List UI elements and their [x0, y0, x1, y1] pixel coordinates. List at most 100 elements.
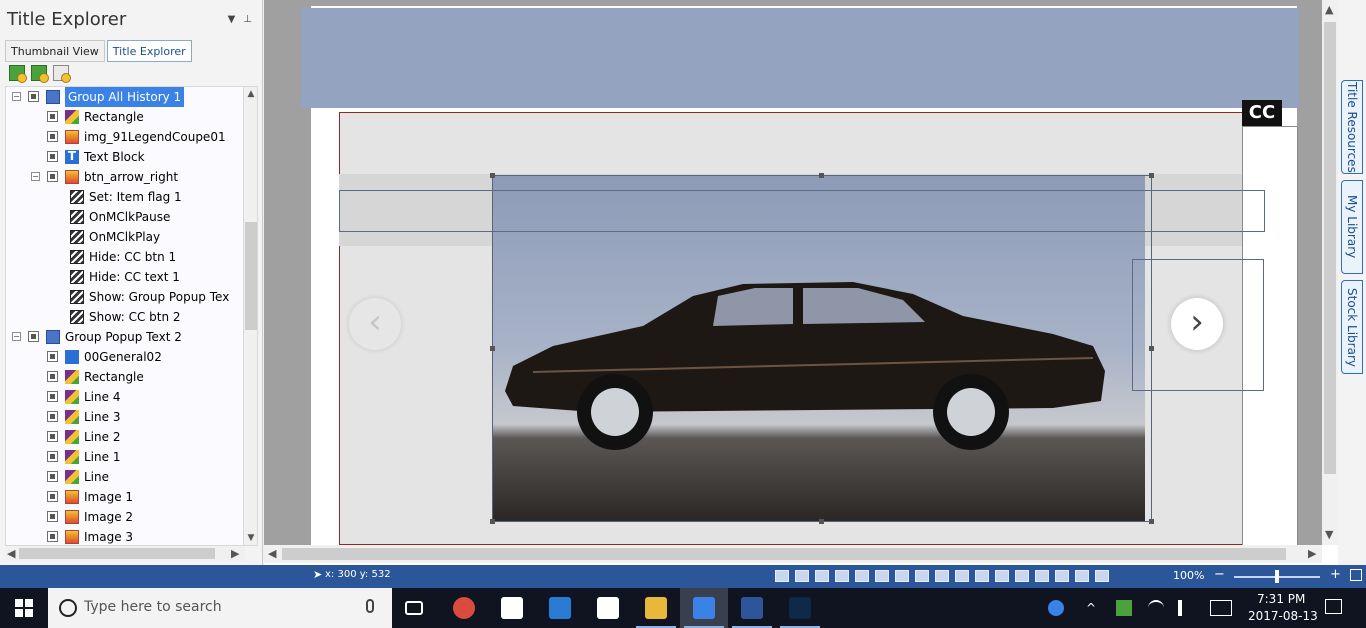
- taskbar-app-store[interactable]: [584, 588, 632, 628]
- tree-item[interactable]: Image 3: [6, 527, 244, 545]
- tree-item[interactable]: Hide: CC text 1: [6, 267, 244, 287]
- tree-item[interactable]: img_91LegendCoupe01: [6, 127, 244, 147]
- run-icon[interactable]: [815, 570, 829, 582]
- resize-handle[interactable]: [1149, 519, 1154, 524]
- help-icon[interactable]: [1048, 600, 1064, 616]
- scroll-left-icon[interactable]: ◀: [7, 547, 15, 560]
- tree-item[interactable]: Show: Group Popup Tex: [6, 287, 244, 307]
- scroll-thumb[interactable]: [19, 548, 215, 559]
- canvas-horizontal-scrollbar[interactable]: ◀ ▶: [264, 545, 1322, 563]
- tree-item[interactable]: Rectangle: [6, 367, 244, 387]
- visibility-checkbox[interactable]: [47, 351, 58, 362]
- visibility-checkbox[interactable]: [47, 491, 58, 502]
- resize-handle[interactable]: [819, 173, 824, 178]
- keyboard-icon[interactable]: [1210, 600, 1232, 616]
- center-page-icon[interactable]: [1075, 570, 1089, 582]
- taskbar-search-box[interactable]: Type here to search: [48, 588, 392, 628]
- tree-item[interactable]: Line: [6, 467, 244, 487]
- same-width-icon[interactable]: [1015, 570, 1029, 582]
- add-page-icon[interactable]: [53, 65, 71, 83]
- wifi-icon[interactable]: [1148, 600, 1164, 616]
- align-left-icon[interactable]: [855, 570, 869, 582]
- scroll-right-icon[interactable]: ▶: [231, 547, 239, 560]
- scroll-up-icon[interactable]: ▲: [1325, 3, 1333, 16]
- tab-title-explorer[interactable]: Title Explorer: [106, 40, 192, 62]
- volume-icon[interactable]: [1178, 600, 1194, 616]
- resize-handle[interactable]: [1149, 173, 1154, 178]
- tree-item[interactable]: − Group All History 1: [6, 87, 244, 107]
- resize-handle[interactable]: [819, 519, 824, 524]
- tree-item[interactable]: OnMClkPause: [6, 207, 244, 227]
- distribute-h-icon[interactable]: [975, 570, 989, 582]
- header-banner[interactable]: [301, 8, 1299, 108]
- dropbox-tray-icon[interactable]: [1116, 600, 1132, 616]
- grid-icon[interactable]: [1095, 570, 1109, 582]
- resize-handle[interactable]: [490, 519, 495, 524]
- tree-item[interactable]: Line 4: [6, 387, 244, 407]
- canvas-vertical-scrollbar[interactable]: ▲ ▼: [1322, 0, 1338, 545]
- tree-item[interactable]: Hide: CC btn 1: [6, 247, 244, 267]
- tab-my-library[interactable]: My Library: [1341, 180, 1363, 274]
- tab-title-resources[interactable]: Title Resources: [1341, 80, 1363, 174]
- taskbar-app-task-view[interactable]: [392, 588, 440, 628]
- zoom-out-button[interactable]: −: [1214, 567, 1225, 582]
- visibility-checkbox[interactable]: [47, 391, 58, 402]
- scroll-left-icon[interactable]: ◀: [268, 547, 276, 560]
- visibility-checkbox[interactable]: [47, 111, 58, 122]
- editor-canvas[interactable]: CC ‹ › ▲ ▼ ◀ ▶: [264, 0, 1338, 565]
- same-height-icon[interactable]: [1035, 570, 1049, 582]
- zoom-slider-thumb[interactable]: [1275, 570, 1279, 583]
- visibility-checkbox[interactable]: [28, 91, 39, 102]
- tree-item[interactable]: Image 2: [6, 507, 244, 527]
- taskbar-app-photoshop[interactable]: [776, 588, 824, 628]
- visibility-checkbox[interactable]: [47, 411, 58, 422]
- add-item-icon[interactable]: [9, 65, 27, 83]
- resize-handle[interactable]: [490, 346, 495, 351]
- clock-date[interactable]: 2017-08-13: [1248, 609, 1318, 623]
- visibility-checkbox[interactable]: [28, 331, 39, 342]
- zoom-in-button[interactable]: +: [1330, 567, 1341, 582]
- tree-item[interactable]: Rectangle: [6, 107, 244, 127]
- tab-stock-library[interactable]: Stock Library: [1341, 280, 1363, 374]
- visibility-checkbox[interactable]: [47, 131, 58, 142]
- tab-thumbnail-view[interactable]: Thumbnail View: [5, 40, 105, 62]
- align-bottom-icon[interactable]: [955, 570, 969, 582]
- scroll-up-icon[interactable]: ▲: [246, 89, 256, 99]
- scroll-thumb[interactable]: [1324, 22, 1336, 474]
- scroll-thumb[interactable]: [282, 548, 1286, 560]
- publish-icon[interactable]: [835, 570, 849, 582]
- chevron-up-icon[interactable]: ^: [1083, 600, 1099, 616]
- tree-item[interactable]: OnMClkPlay: [6, 227, 244, 247]
- tree-item[interactable]: Line 2: [6, 427, 244, 447]
- visibility-checkbox[interactable]: [47, 451, 58, 462]
- visibility-checkbox[interactable]: [47, 151, 58, 162]
- tree-item[interactable]: Show: CC btn 2: [6, 307, 244, 327]
- start-button[interactable]: [0, 588, 48, 628]
- scroll-thumb[interactable]: [245, 222, 257, 330]
- visibility-checkbox[interactable]: [47, 471, 58, 482]
- spell-check-icon[interactable]: [775, 570, 789, 582]
- visibility-checkbox[interactable]: [47, 171, 58, 182]
- tree-item[interactable]: − Group Popup Text 2: [6, 327, 244, 347]
- tree-vertical-scrollbar[interactable]: ▲ ▼: [243, 86, 258, 546]
- collapse-icon[interactable]: −: [12, 332, 21, 341]
- visibility-checkbox[interactable]: [47, 511, 58, 522]
- collapse-icon[interactable]: −: [12, 92, 21, 101]
- notifications-icon[interactable]: [1325, 599, 1342, 614]
- fullscreen-icon[interactable]: [1350, 569, 1362, 581]
- cc-button[interactable]: CC: [1242, 100, 1282, 126]
- pin-icon[interactable]: ⊥: [243, 14, 252, 25]
- tree-item[interactable]: − btn_arrow_right: [6, 167, 244, 187]
- align-right-icon[interactable]: [895, 570, 909, 582]
- resize-handle[interactable]: [490, 173, 495, 178]
- next-arrow-button[interactable]: ›: [1171, 298, 1223, 350]
- scroll-down-icon[interactable]: ▼: [1325, 528, 1333, 541]
- add-group-icon[interactable]: [31, 65, 49, 83]
- tree-item[interactable]: T Text Block: [6, 147, 244, 167]
- visibility-checkbox[interactable]: [47, 531, 58, 542]
- tree-item[interactable]: Line 3: [6, 407, 244, 427]
- taskbar-app-edge[interactable]: [536, 588, 584, 628]
- distribute-v-icon[interactable]: [995, 570, 1009, 582]
- taskbar-app-chrome[interactable]: [440, 588, 488, 628]
- collapse-icon[interactable]: −: [31, 172, 40, 181]
